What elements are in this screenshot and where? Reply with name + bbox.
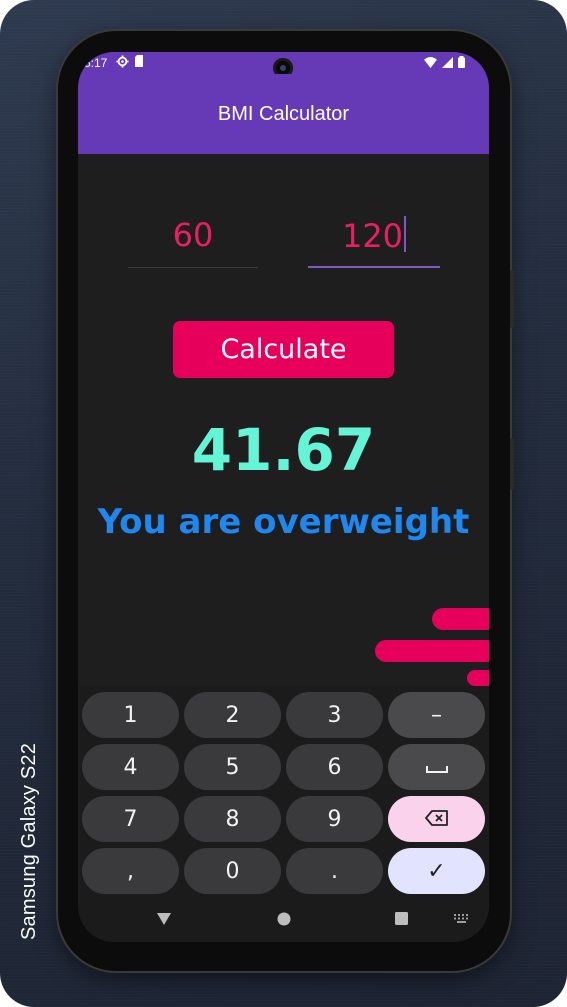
app-bar: BMI Calculator bbox=[78, 74, 489, 154]
status-time: 5:17 bbox=[84, 56, 108, 70]
decorative-bar-bottom bbox=[467, 670, 489, 686]
back-icon[interactable] bbox=[156, 912, 172, 926]
bmi-result-value: 41.67 bbox=[191, 416, 376, 484]
key-8[interactable]: 8 bbox=[184, 796, 281, 842]
battery-icon bbox=[458, 56, 465, 71]
phone-screen: 5:17 BMI Calculator 60 120 Calculate 41.… bbox=[78, 52, 489, 942]
key-4[interactable]: 4 bbox=[82, 744, 179, 790]
key-0[interactable]: 0 bbox=[184, 848, 281, 894]
power-button bbox=[510, 438, 514, 490]
key-9[interactable]: 9 bbox=[286, 796, 383, 842]
text-cursor bbox=[404, 216, 407, 252]
key-space[interactable] bbox=[388, 744, 485, 790]
weight-input-value: 60 bbox=[172, 216, 214, 254]
weight-field[interactable]: 60 bbox=[128, 208, 258, 268]
volume-button bbox=[510, 270, 514, 328]
key-5[interactable]: 5 bbox=[184, 744, 281, 790]
key-2[interactable]: 2 bbox=[184, 692, 281, 738]
key-7[interactable]: 7 bbox=[82, 796, 179, 842]
key-backspace[interactable] bbox=[388, 796, 485, 842]
home-icon[interactable] bbox=[277, 912, 291, 926]
calculate-button[interactable]: Calculate bbox=[173, 321, 394, 378]
recents-icon[interactable] bbox=[395, 912, 408, 925]
key-6[interactable]: 6 bbox=[286, 744, 383, 790]
backspace-icon bbox=[424, 807, 449, 832]
key-3[interactable]: 3 bbox=[286, 692, 383, 738]
key-period[interactable]: . bbox=[286, 848, 383, 894]
height-field-underline bbox=[308, 266, 440, 268]
keyboard-icon[interactable] bbox=[454, 914, 469, 923]
height-input-value: 120 bbox=[341, 217, 404, 255]
key-minus[interactable]: – bbox=[388, 692, 485, 738]
decorative-bar-top bbox=[432, 608, 489, 630]
wifi-icon bbox=[424, 56, 437, 71]
signal-icon bbox=[442, 56, 453, 71]
key-comma[interactable]: , bbox=[82, 848, 179, 894]
app-title: BMI Calculator bbox=[217, 103, 350, 125]
device-label: Samsung Galaxy S22 bbox=[18, 742, 40, 940]
sim-icon bbox=[135, 55, 145, 71]
navigation-bar bbox=[78, 904, 489, 942]
height-field[interactable]: 120 bbox=[308, 208, 440, 268]
space-icon bbox=[425, 755, 448, 780]
key-done[interactable]: ✓ bbox=[388, 848, 485, 894]
key-1[interactable]: 1 bbox=[82, 692, 179, 738]
settings-icon bbox=[116, 55, 129, 71]
bmi-result-message: You are overweight bbox=[97, 502, 470, 542]
decorative-bar-middle bbox=[375, 640, 489, 662]
status-bar: 5:17 bbox=[78, 52, 489, 78]
weight-field-underline bbox=[128, 267, 258, 268]
numeric-keyboard: 1 2 3 – 4 5 6 7 8 9 , 0 . ✓ bbox=[78, 686, 489, 942]
